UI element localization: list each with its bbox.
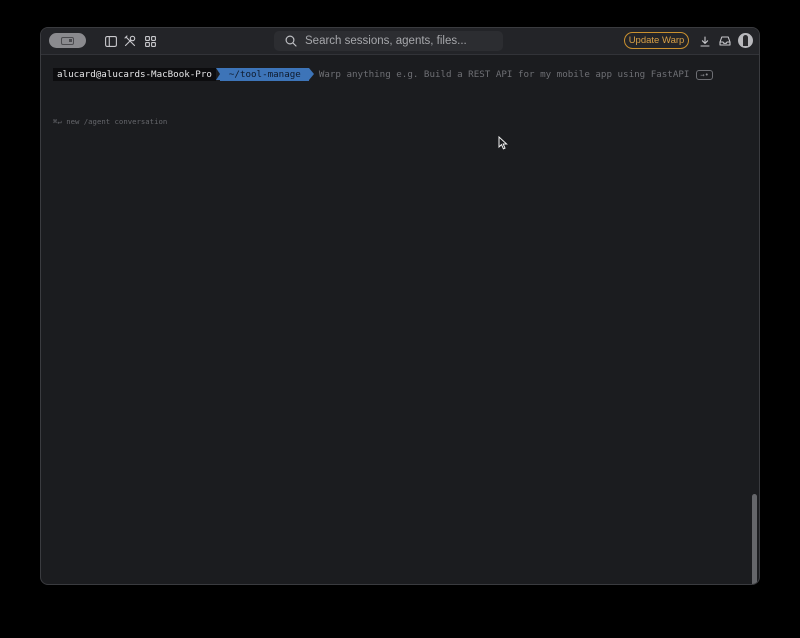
grid-icon xyxy=(144,35,156,47)
inbox-icon xyxy=(719,36,731,46)
search-icon xyxy=(285,35,297,47)
panel-toggle-icon xyxy=(61,36,74,45)
mouse-pointer-icon xyxy=(498,136,508,150)
title-bar: Search sessions, agents, files... Update… xyxy=(41,28,759,55)
search-placeholder: Search sessions, agents, files... xyxy=(305,35,467,47)
warp-window: Search sessions, agents, files... Update… xyxy=(40,27,760,585)
scrollbar[interactable] xyxy=(752,494,757,584)
prompt-user-host: alucard@alucards-MacBook-Pro xyxy=(53,68,216,81)
terminal-area[interactable]: alucard@alucards-MacBook-Pro ~/tool-mana… xyxy=(41,55,759,584)
prompt-directory: ~/tool-manage xyxy=(215,68,314,81)
inbox-button[interactable] xyxy=(717,33,733,49)
hint-text: new /agent conversation xyxy=(66,117,168,126)
sidebar-toggle-button[interactable] xyxy=(103,33,119,49)
tools-button[interactable] xyxy=(122,33,138,49)
prompt-line: alucard@alucards-MacBook-Pro ~/tool-mana… xyxy=(53,68,713,81)
download-icon xyxy=(700,35,710,47)
panel-toggle-button[interactable] xyxy=(49,33,86,48)
avatar-icon[interactable] xyxy=(738,33,753,48)
sidebar-icon xyxy=(105,35,117,47)
download-button[interactable] xyxy=(697,33,713,49)
command-input[interactable]: Warp anything e.g. Build a REST API for … xyxy=(319,69,690,80)
search-bar[interactable]: Search sessions, agents, files... xyxy=(274,31,503,51)
hint-shortcut: ⌘↵ xyxy=(53,117,62,126)
submit-shortcut-badge[interactable]: →• xyxy=(696,69,713,80)
grid-button[interactable] xyxy=(142,33,158,49)
agent-hint: ⌘↵ new /agent conversation xyxy=(53,117,167,126)
tools-icon xyxy=(124,35,136,47)
update-warp-button[interactable]: Update Warp xyxy=(624,32,689,49)
